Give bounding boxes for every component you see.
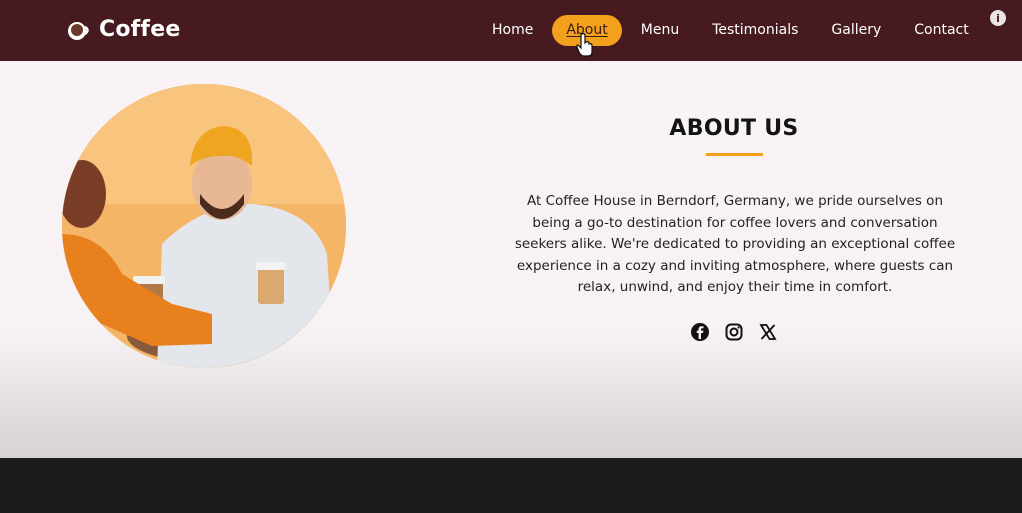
people-with-coffee-image — [62, 84, 346, 368]
title-underline — [706, 153, 763, 156]
info-icon[interactable]: i — [990, 10, 1006, 26]
nav-menu-link[interactable]: Menu — [627, 15, 693, 46]
nav-testimonials[interactable]: Testimonials — [698, 15, 812, 46]
brand-name: Coffee — [99, 17, 181, 42]
coffee-cup-icon — [68, 21, 89, 40]
about-title: ABOUT US — [669, 116, 799, 141]
nav-menu: Home About Menu Testimonials Gallery Con… — [478, 15, 988, 46]
about-description: At Coffee House in Berndorf, Germany, we… — [514, 193, 956, 295]
navbar: Coffee Home About Menu Testimonials Gall… — [0, 0, 1022, 61]
facebook-icon[interactable] — [690, 322, 710, 342]
about-photo — [62, 84, 346, 368]
nav-gallery[interactable]: Gallery — [817, 15, 895, 46]
nav-home[interactable]: Home — [478, 15, 547, 46]
nav-contact[interactable]: Contact — [900, 15, 982, 46]
instagram-icon[interactable] — [724, 322, 744, 342]
brand-logo[interactable]: Coffee — [66, 17, 180, 42]
x-icon[interactable] — [758, 322, 778, 342]
about-section: ABOUT US At Coffee House in Berndorf, Ge… — [0, 61, 1022, 458]
hand-cursor-icon — [576, 33, 593, 57]
footer-section — [0, 458, 1022, 513]
